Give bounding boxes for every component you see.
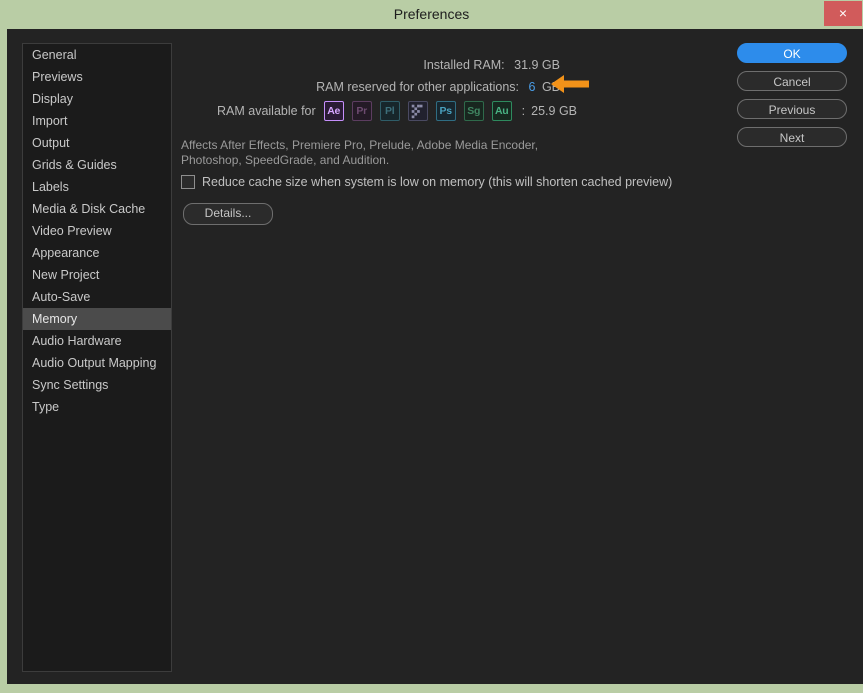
cancel-button[interactable]: Cancel [737,71,847,91]
affects-description: Affects After Effects, Premiere Pro, Pre… [181,138,539,167]
adobe-media-encoder-icon[interactable] [407,101,428,121]
sidebar-item-video-preview[interactable]: Video Preview [23,220,171,242]
sidebar-item-appearance[interactable]: Appearance [23,242,171,264]
sidebar-item-previews[interactable]: Previews [23,66,171,88]
sidebar-item-audio-output-mapping[interactable]: Audio Output Mapping [23,352,171,374]
installed-ram-label: Installed RAM: [423,58,505,72]
sidebar-item-import[interactable]: Import [23,110,171,132]
sidebar-item-display[interactable]: Display [23,88,171,110]
installed-ram-value: 31.9 GB [514,58,560,72]
reduce-cache-label: Reduce cache size when system is low on … [202,175,673,189]
installed-ram-row: Installed RAM: 31.9 GB [179,58,560,72]
premiere-pro-icon[interactable]: Pr [351,101,372,121]
sidebar-item-sync-settings[interactable]: Sync Settings [23,374,171,396]
close-icon[interactable]: × [824,1,862,26]
audition-icon[interactable]: Au [491,101,512,121]
reduce-cache-checkbox[interactable] [181,175,195,189]
reserved-ram-label: RAM reserved for other applications: [316,80,520,94]
previous-button[interactable]: Previous [737,99,847,119]
ram-available-label: RAM available for [217,104,316,118]
sidebar-item-media-disk-cache[interactable]: Media & Disk Cache [23,198,171,220]
dialog-body: General Previews Display Import Output Grids … [7,29,863,684]
dialog-button-column: OK Cancel Previous Next [737,43,847,155]
sidebar-item-labels[interactable]: Labels [23,176,171,198]
ram-available-separator: : [521,104,526,118]
sidebar-item-memory[interactable]: Memory [23,308,171,330]
speedgrade-icon[interactable]: Sg [463,101,484,121]
photoshop-icon[interactable]: Ps [435,101,456,121]
reserved-ram-input[interactable]: 6 [529,80,536,94]
preferences-category-list[interactable]: General Previews Display Import Output Grids … [22,43,172,672]
ram-available-row: RAM available for Ae Pr Pl Ps Sg Au : 25.9 GB [217,101,577,121]
sidebar-item-audio-hardware[interactable]: Audio Hardware [23,330,171,352]
sidebar-item-type[interactable]: Type [23,396,171,418]
ram-available-value: 25.9 GB [531,104,578,118]
reduce-cache-checkbox-row[interactable]: Reduce cache size when system is low on … [181,175,672,189]
sidebar-item-new-project[interactable]: New Project [23,264,171,286]
after-effects-icon[interactable]: Ae [323,101,344,121]
memory-settings-pane: Installed RAM: 31.9 GB RAM reserved for … [179,43,739,670]
sidebar-item-auto-save[interactable]: Auto-Save [23,286,171,308]
app-icon-group: Ae Pr Pl Ps Sg Au [323,101,520,121]
next-button[interactable]: Next [737,127,847,147]
sidebar-item-output[interactable]: Output [23,132,171,154]
ok-button[interactable]: OK [737,43,847,63]
reserved-ram-row: RAM reserved for other applications: 6 G… [179,80,560,94]
annotation-arrow-icon [549,73,593,95]
window-title: Preferences [393,6,470,22]
preferences-window: Preferences × General Previews Display Impo… [0,0,863,693]
sidebar-item-grids-guides[interactable]: Grids & Guides [23,154,171,176]
sidebar-item-general[interactable]: General [23,44,171,66]
prelude-icon[interactable]: Pl [379,101,400,121]
details-button[interactable]: Details... [183,203,273,225]
title-bar: Preferences × [0,0,863,29]
